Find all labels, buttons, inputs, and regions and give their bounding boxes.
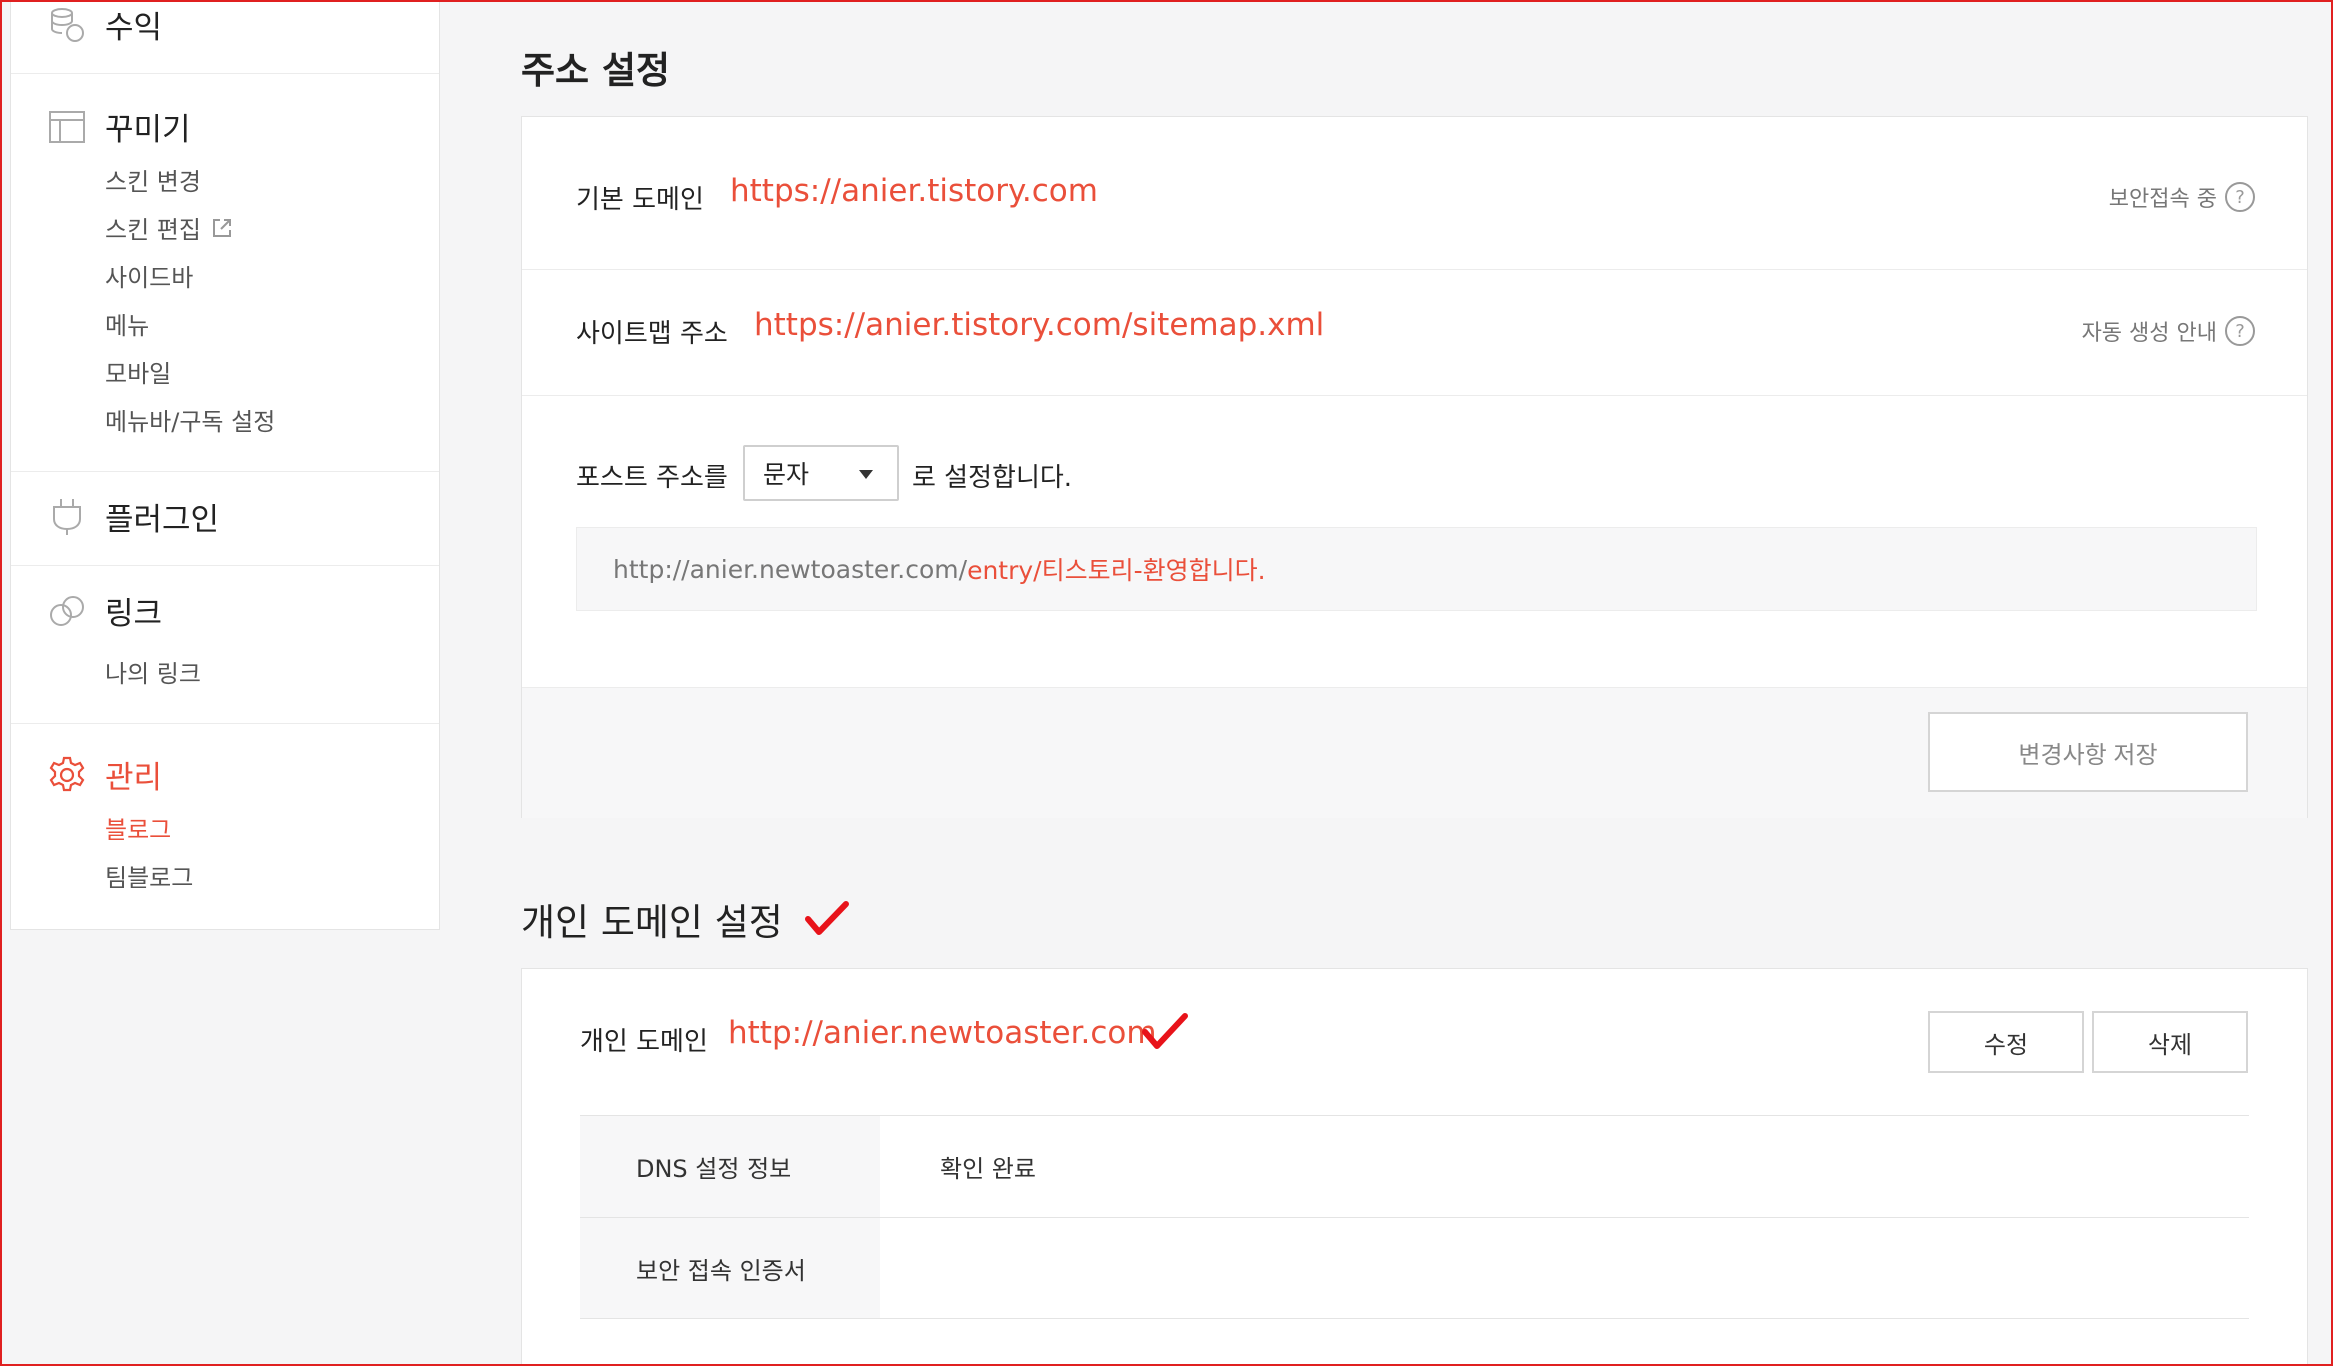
sidebar-subitem-menu[interactable]: 메뉴 — [105, 306, 149, 341]
delete-domain-button[interactable]: 삭제 — [2092, 1011, 2248, 1073]
sidebar-label-decorate: 꾸미기 — [105, 112, 191, 148]
sidebar-label-link: 링크 — [105, 596, 163, 632]
sidebar-subitem-skin-edit[interactable]: 스킨 편집 — [105, 210, 233, 245]
sitemap-help: 자동 생성 안내 ? — [2082, 315, 2255, 347]
sidebar-subitem-skin-change[interactable]: 스킨 변경 — [105, 162, 201, 197]
sidebar-subitem-team-blog[interactable]: 팀블로그 — [105, 858, 193, 893]
sidebar-group-decorate: 꾸미기 스킨 변경 스킨 편집 사이드바 메뉴 모바일 메뉴바/구독 설정 — [11, 74, 439, 472]
sidebar-group-manage: 관리 블로그 팀블로그 — [11, 724, 439, 930]
gear-icon — [47, 755, 87, 795]
default-domain-label: 기본 도메인 — [576, 185, 704, 215]
custom-domain-card: 개인 도메인 http://anier.newtoaster.com 수정 삭제… — [521, 968, 2308, 1366]
sidebar-label-manage: 관리 — [105, 760, 163, 796]
custom-domain-link[interactable]: http://anier.newtoaster.com — [728, 1015, 1157, 1051]
help-icon[interactable]: ? — [2225, 182, 2255, 212]
address-settings-title: 주소 설정 — [521, 49, 671, 92]
sidebar-group-plugin: 플러그인 — [11, 472, 439, 566]
custom-domain-label: 개인 도메인 — [580, 1027, 708, 1057]
sidebar-item-link[interactable]: 링크 — [47, 588, 162, 633]
divider — [522, 395, 2307, 396]
coins-icon — [47, 5, 87, 45]
sidebar-item-manage[interactable]: 관리 — [47, 752, 162, 797]
sidebar-subitem-skin-edit-label: 스킨 편집 — [105, 216, 201, 244]
sidebar-subitem-sidebar[interactable]: 사이드바 — [105, 258, 193, 293]
address-card-footer: 변경사항 저장 — [522, 687, 2307, 818]
sidebar-subitem-mobile[interactable]: 모바일 — [105, 354, 171, 389]
ssl-cert-key: 보안 접속 인증서 — [580, 1218, 880, 1318]
dns-info-key: DNS 설정 정보 — [580, 1116, 880, 1217]
preview-path: entry/티스토리-환영합니다. — [967, 556, 1266, 585]
sidebar-subitem-menubar-subscribe[interactable]: 메뉴바/구독 설정 — [105, 402, 275, 437]
secure-status-text: 보안접속 중 — [2108, 187, 2217, 212]
sidebar-item-plugin[interactable]: 플러그인 — [47, 494, 219, 539]
dns-info-value: 확인 완료 — [940, 1155, 1036, 1183]
sidebar-item-decorate[interactable]: 꾸미기 — [47, 104, 191, 149]
sidebar-item-revenue[interactable]: 수익 — [47, 2, 162, 47]
sidebar-subitem-blog[interactable]: 블로그 — [105, 810, 171, 845]
address-settings-card: 기본 도메인 https://anier.tistory.com 보안접속 중 … — [521, 116, 2308, 818]
sidebar: 수익 꾸미기 스킨 변경 스킨 편집 사이드바 메뉴 모바일 메뉴바/구독 설정… — [10, 0, 440, 930]
post-address-suffix: 로 설정합니다. — [912, 463, 1073, 493]
caret-down-icon — [859, 470, 873, 479]
sitemap-label: 사이트맵 주소 — [576, 319, 728, 349]
save-changes-button[interactable]: 변경사항 저장 — [1928, 712, 2248, 792]
checkmark-icon — [804, 901, 849, 937]
divider — [522, 269, 2307, 270]
sidebar-label-plugin: 플러그인 — [105, 502, 220, 538]
help-icon[interactable]: ? — [2225, 316, 2255, 346]
post-address-preview: http://anier.newtoaster.com/entry/티스토리-환… — [576, 527, 2257, 611]
sitemap-help-text: 자동 생성 안내 — [2081, 321, 2217, 346]
secure-status: 보안접속 중 ? — [2109, 181, 2255, 213]
sidebar-group-revenue: 수익 — [11, 0, 439, 74]
preview-base-url: http://anier.newtoaster.com/ — [613, 554, 968, 584]
sitemap-link[interactable]: https://anier.tistory.com/sitemap.xml — [754, 307, 1324, 343]
post-address-select[interactable]: 문자 — [743, 445, 899, 501]
sidebar-group-link: 링크 나의 링크 — [11, 566, 439, 724]
custom-domain-title-wrap: 개인 도메인 설정 — [521, 892, 849, 946]
layout-icon — [47, 107, 87, 147]
sidebar-subitem-my-link[interactable]: 나의 링크 — [105, 654, 201, 689]
edit-domain-button[interactable]: 수정 — [1928, 1011, 2084, 1073]
default-domain-link[interactable]: https://anier.tistory.com — [730, 173, 1098, 209]
chain-link-icon — [47, 591, 87, 631]
custom-domain-title: 개인 도메인 설정 — [521, 901, 783, 944]
table-row: 보안 접속 인증서 — [580, 1217, 2249, 1319]
checkmark-icon — [1142, 1013, 1188, 1055]
post-address-select-value: 문자 — [763, 460, 810, 489]
external-link-icon — [211, 217, 233, 239]
plug-icon — [47, 497, 87, 537]
post-address-prefix: 포스트 주소를 — [576, 463, 728, 493]
table-row: DNS 설정 정보 확인 완료 — [580, 1115, 2249, 1217]
sidebar-label-revenue: 수익 — [105, 10, 163, 46]
